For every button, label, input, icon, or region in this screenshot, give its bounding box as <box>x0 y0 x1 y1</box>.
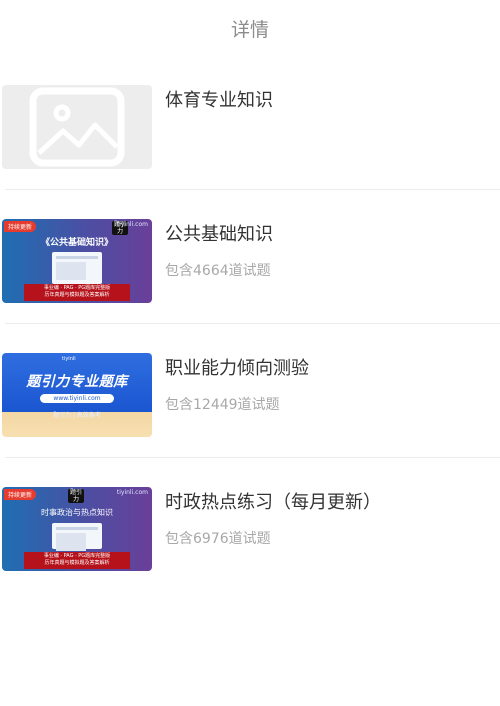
top-header: 详情 <box>0 0 500 56</box>
list-item[interactable]: 持续更新 题引力 tiyinli.com 《公共基础知识》 事业编 · PAG … <box>0 190 500 324</box>
brand-url: tiyinli.com <box>116 221 148 228</box>
banner-subtitle: 题引力 | 高效备考 <box>53 412 101 419</box>
course-thumbnail: tiyinli 题引力专业题库 www.tiyinli.com 题引力 | 高效… <box>2 353 152 437</box>
course-thumbnail: 持续更新 题引力 tiyinli.com 《公共基础知识》 事业编 · PAG … <box>2 219 152 303</box>
image-placeholder-icon <box>29 87 125 167</box>
banner-title: 时事政治与热点知识 <box>41 508 113 517</box>
item-question-count: 包含4664道试题 <box>165 263 271 279</box>
brand-url: tiyinli.com <box>116 489 148 496</box>
screen-mockup <box>52 523 102 551</box>
banner-red-bar: 事业编 · PAG · PG题库完整版 历年真题与模拟题及答案解析 <box>24 552 130 569</box>
placeholder-thumbnail <box>2 85 152 169</box>
list-item[interactable]: 持续更新 题引力 tiyinli.com 时事政治与热点知识 事业编 · PAG… <box>0 458 500 592</box>
item-title: 体育专业知识 <box>165 90 273 111</box>
list-item[interactable]: tiyinli 题引力专业题库 www.tiyinli.com 题引力 | 高效… <box>0 324 500 458</box>
brand-label: tiyinli <box>62 356 76 362</box>
item-question-count: 包含6976道试题 <box>165 531 271 547</box>
page-title: 详情 <box>230 18 269 41</box>
brand-logo: 题引力 <box>68 489 84 503</box>
screen-mockup <box>52 252 102 284</box>
banner-red-bar: 事业编 · PAG · PG题库完整版 历年真题与模拟题及答案解析 <box>24 284 130 301</box>
banner-title: 《公共基础知识》 <box>40 238 113 248</box>
list-item[interactable]: 体育专业知识 <box>0 56 500 190</box>
course-list: 体育专业知识 持续更新 题引力 tiyinli.com 《公共基础知识》 事业编… <box>0 56 500 592</box>
item-title: 公共基础知识 <box>165 224 273 245</box>
course-thumbnail: 持续更新 题引力 tiyinli.com 时事政治与热点知识 事业编 · PAG… <box>2 487 152 571</box>
banner-url: www.tiyinli.com <box>40 394 114 403</box>
update-badge: 持续更新 <box>4 221 37 232</box>
item-title: 职业能力倾向测验 <box>165 358 309 379</box>
banner-title: 题引力专业题库 <box>26 374 128 390</box>
item-question-count: 包含12449道试题 <box>165 397 280 413</box>
item-title: 时政热点练习（每月更新） <box>165 492 381 513</box>
update-badge: 持续更新 <box>4 489 37 500</box>
